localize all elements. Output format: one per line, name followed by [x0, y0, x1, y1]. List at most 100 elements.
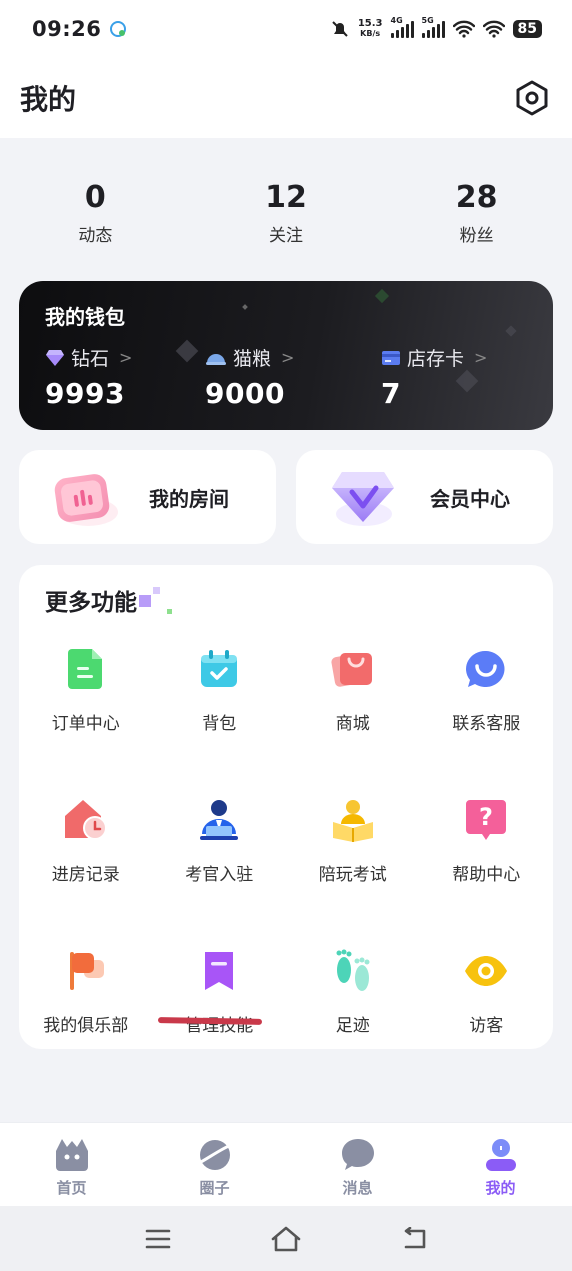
- status-time: 09:26: [32, 17, 102, 41]
- feature-label: 商城: [335, 714, 370, 734]
- feature-label: 联系客服: [452, 714, 521, 734]
- back-nav-button[interactable]: [397, 1222, 431, 1256]
- status-bar: 09:26 15.3 KB/s 4G 5G 85: [0, 0, 572, 58]
- home-nav-button[interactable]: [269, 1222, 303, 1256]
- exam-icon: [332, 800, 373, 842]
- profile-stats: 0 动态 12 关注 28 粉丝: [0, 180, 572, 246]
- tab-label: 圈子: [199, 1179, 230, 1197]
- signal-4g-icon: 4G: [390, 16, 414, 38]
- stat-following-label: 关注: [269, 226, 303, 246]
- wifi-icon: [452, 20, 475, 38]
- feature-label: 订单中心: [51, 714, 120, 734]
- feature-order-center[interactable]: 订单中心: [19, 645, 153, 734]
- footprint-icon: [336, 949, 370, 991]
- net-speed: 15.3 KB/s: [357, 18, 383, 39]
- stat-fans[interactable]: 28 粉丝: [381, 180, 572, 246]
- battery-indicator: 85: [512, 20, 542, 38]
- feature-footprint[interactable]: 足迹: [286, 947, 420, 1036]
- stat-posts[interactable]: 0 动态: [0, 180, 191, 246]
- mute-bell-icon: [332, 21, 348, 37]
- planet-icon: [197, 1140, 232, 1170]
- wallet-title: 我的钱包: [45, 305, 125, 329]
- tab-circle[interactable]: 圈子: [143, 1123, 286, 1206]
- shop-bag-icon: [331, 653, 372, 687]
- my-room-card[interactable]: 我的房间: [19, 450, 276, 544]
- message-icon: [341, 1139, 374, 1170]
- backpack-icon: [201, 650, 238, 687]
- feature-label: 背包: [202, 714, 237, 734]
- title-pixel-decoration: [153, 587, 160, 594]
- svg-text:?: ?: [479, 803, 493, 831]
- settings-button[interactable]: [512, 78, 552, 118]
- feature-shop[interactable]: 商城: [286, 645, 420, 734]
- stat-following[interactable]: 12 关注: [191, 180, 382, 246]
- tab-home[interactable]: 首页: [0, 1123, 143, 1206]
- tab-label: 我的: [485, 1179, 516, 1197]
- more-features-title: 更多功能: [45, 583, 527, 617]
- bottom-tab-bar: 首页 圈子 消息 我的: [0, 1122, 572, 1206]
- feature-label: 帮助中心: [452, 865, 521, 885]
- feature-examiner-join[interactable]: 考官入驻: [153, 796, 287, 885]
- club-flag-icon: [69, 952, 104, 990]
- home-icon: [55, 1139, 88, 1171]
- profile-icon: [485, 1139, 516, 1171]
- feature-companion-exam[interactable]: 陪玩考试: [286, 796, 420, 885]
- page-header: 我的: [0, 58, 572, 138]
- order-icon: [67, 649, 102, 689]
- stat-fans-label: 粉丝: [459, 226, 494, 246]
- examiner-icon: [200, 800, 239, 840]
- room-history-icon: [64, 800, 107, 840]
- store-card-icon: [382, 350, 400, 365]
- vip-diamond-icon: [332, 472, 394, 526]
- wallet-item-label: 猫粮: [233, 348, 272, 370]
- wallet-item-diamond[interactable]: 钻石 > 9993: [45, 344, 191, 410]
- feature-label: 考官入驻: [185, 865, 254, 885]
- settings-hexagon-icon: [516, 80, 548, 116]
- feature-label: 陪玩考试: [318, 865, 387, 885]
- stat-fans-count: 28: [455, 180, 498, 215]
- diamond-icon: [46, 349, 64, 366]
- wallet-card[interactable]: 我的钱包 钻石 > 9993 猫粮 > 9000 店存卡 > 7: [19, 281, 553, 430]
- tab-label: 消息: [342, 1179, 373, 1197]
- menu-icon: [145, 1229, 171, 1248]
- feature-customer-service[interactable]: 联系客服: [420, 645, 554, 734]
- customer-service-icon: [466, 650, 505, 687]
- home-outline-icon: [271, 1226, 301, 1251]
- feature-visitors[interactable]: 访客: [420, 947, 554, 1036]
- wallet-item-value: 9000: [205, 377, 285, 410]
- title-pixel-decoration: [139, 595, 151, 607]
- stat-following-count: 12: [265, 180, 307, 215]
- stat-posts-count: 0: [84, 180, 106, 215]
- feature-label: 我的俱乐部: [43, 1016, 129, 1036]
- wallet-item-catfood[interactable]: 猫粮 > 9000: [191, 344, 351, 410]
- wallet-item-value: 9993: [45, 377, 125, 410]
- feature-label: 进房记录: [51, 865, 120, 885]
- tab-label: 首页: [56, 1179, 87, 1197]
- recent-apps-button[interactable]: [141, 1222, 175, 1256]
- room-tv-icon: [54, 474, 118, 526]
- more-features-panel: 更多功能 订单中心 背包 商城 联系客服 进房记录 考官入驻 陪玩考试 ? 帮助…: [19, 565, 553, 1049]
- stat-posts-label: 动态: [78, 226, 113, 246]
- tab-messages[interactable]: 消息: [286, 1123, 429, 1206]
- skill-bookmark-icon: [205, 952, 234, 990]
- wallet-item-value: 7: [381, 377, 401, 410]
- feature-my-club[interactable]: 我的俱乐部: [19, 947, 153, 1036]
- cat-food-icon: [206, 353, 226, 365]
- feature-backpack[interactable]: 背包: [153, 645, 287, 734]
- chat-notification-icon: [110, 21, 127, 37]
- wallet-item-label: 店存卡: [407, 348, 465, 370]
- wifi-icon-2: [482, 20, 505, 38]
- chevron-right-icon: >: [281, 348, 295, 367]
- wallet-item-store-card[interactable]: 店存卡 > 7: [351, 344, 527, 410]
- my-room-label: 我的房间: [149, 486, 229, 511]
- vip-center-card[interactable]: 会员中心: [296, 450, 553, 544]
- feature-help-center[interactable]: ? 帮助中心: [420, 796, 554, 885]
- back-icon: [404, 1226, 426, 1248]
- feature-room-history[interactable]: 进房记录: [19, 796, 153, 885]
- chevron-right-icon: >: [119, 348, 133, 367]
- feature-label: 足迹: [335, 1016, 370, 1036]
- help-icon: ?: [466, 800, 507, 840]
- title-pixel-decoration: [167, 609, 172, 614]
- system-nav-bar: [0, 1206, 572, 1271]
- tab-profile[interactable]: 我的: [429, 1123, 572, 1206]
